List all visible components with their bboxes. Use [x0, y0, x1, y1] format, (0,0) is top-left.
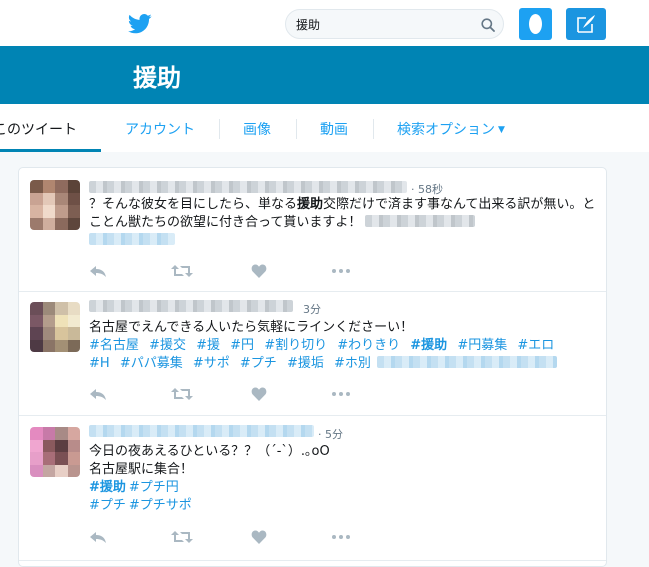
- avatar[interactable]: [30, 427, 80, 477]
- hashtag-link[interactable]: #H: [89, 356, 110, 371]
- hashtag-link[interactable]: #ホ別: [334, 356, 371, 371]
- search-icon[interactable]: [481, 17, 495, 36]
- hashtag-link[interactable]: #エロ: [517, 338, 554, 353]
- redacted-link: [365, 215, 476, 227]
- like-icon[interactable]: [251, 263, 267, 279]
- tweet-text-line: 今日の夜あえるひといる？？（´-`）.｡oO: [89, 444, 330, 459]
- hashtag-link[interactable]: #プチ円: [129, 480, 179, 495]
- tab-search-options-label: 検索オプション: [397, 122, 495, 138]
- tweet-text: 今日の夜あえるひといる？？（´-`）.｡oO 名古屋駅に集合！ #援助 #プチ円 …: [89, 443, 599, 515]
- hashtag-link[interactable]: #わりきり: [337, 338, 400, 353]
- redacted-link: [89, 233, 175, 245]
- tweet[interactable]: 3分 名古屋でえんできる人いたら気軽にラインくださーい！ #名古屋 #援交 #援…: [19, 291, 606, 416]
- more-icon[interactable]: [331, 263, 351, 279]
- more-icon[interactable]: [331, 386, 351, 402]
- hashtag-link[interactable]: #円: [230, 338, 254, 353]
- hashtag-link-highlight[interactable]: #援助: [410, 338, 447, 353]
- hashtag-list: #名古屋 #援交 #援 #円 #割り切り #わりきり #援助 #円募集 #エロ …: [89, 338, 560, 371]
- compose-icon: [577, 15, 595, 33]
- tab-search-options[interactable]: 検索オプション ▼: [397, 119, 505, 139]
- tweet[interactable]: · 58秒 ？そんな彼女を目にしたら、単なる援助交際だけで済ます事なんて出来る訳…: [19, 168, 606, 292]
- hashtag-link[interactable]: #サポ: [193, 356, 230, 371]
- hashtag-link[interactable]: #割り切り: [264, 338, 327, 353]
- search-highlight: 援助: [297, 197, 324, 212]
- redacted-username: [89, 300, 293, 312]
- search-header: 援助: [0, 46, 649, 104]
- redacted-link: [376, 356, 557, 368]
- hashtag-link[interactable]: #援交: [149, 338, 186, 353]
- twitter-bird-icon[interactable]: [127, 14, 152, 38]
- hashtag-link[interactable]: #名古屋: [89, 338, 139, 353]
- hashtag-link[interactable]: #パパ募集: [120, 356, 183, 371]
- search-box[interactable]: [285, 9, 504, 39]
- like-icon[interactable]: [251, 529, 267, 545]
- page-title: 援助: [133, 64, 181, 92]
- hashtag-link[interactable]: #円募集: [457, 338, 507, 353]
- reply-icon[interactable]: [89, 386, 107, 402]
- retweet-icon[interactable]: [171, 386, 193, 402]
- avatar-egg-icon: [529, 14, 542, 34]
- reply-icon[interactable]: [89, 529, 107, 545]
- tweet-text: 名古屋でえんできる人いたら気軽にラインくださーい！ #名古屋 #援交 #援 #円…: [89, 319, 599, 373]
- search-input[interactable]: [296, 15, 476, 33]
- retweet-icon[interactable]: [171, 263, 193, 279]
- redacted-username: [89, 425, 314, 437]
- redacted-username: [89, 181, 407, 193]
- hashtag-link[interactable]: #プチ: [89, 498, 126, 513]
- tweet[interactable]: · 5分 今日の夜あえるひといる？？（´-`）.｡oO 名古屋駅に集合！ #援助…: [19, 415, 606, 561]
- tab-videos[interactable]: 動画: [320, 119, 348, 139]
- tweet-text-line: 名古屋駅に集合！: [89, 462, 194, 477]
- reply-icon[interactable]: [89, 263, 107, 279]
- tweet-timestamp[interactable]: · 58秒: [411, 181, 443, 197]
- tweet-text: ？そんな彼女を目にしたら、単なる援助交際だけで済ます事なんて出来る訳が無い。とこ…: [89, 196, 599, 250]
- compose-tweet-button[interactable]: [566, 8, 606, 40]
- hashtag-link[interactable]: #援: [196, 338, 220, 353]
- more-icon[interactable]: [331, 529, 351, 545]
- search-results-timeline: · 58秒 ？そんな彼女を目にしたら、単なる援助交際だけで済ます事なんて出来る訳…: [18, 167, 607, 567]
- search-tabs: このツイート アカウント 画像 動画 検索オプション ▼: [0, 104, 649, 152]
- tweet-timestamp[interactable]: 3分: [303, 301, 321, 317]
- tweet-text-part: ？そんな彼女を目にしたら、単なる: [89, 197, 298, 212]
- top-nav: [0, 0, 649, 46]
- tab-divider: [219, 119, 220, 139]
- tab-divider: [296, 119, 297, 139]
- hashtag-list: #援助 #プチ円 #プチ #プチサポ: [89, 480, 198, 513]
- hashtag-link[interactable]: #プチ: [240, 356, 277, 371]
- retweet-icon[interactable]: [171, 529, 193, 545]
- active-tab-indicator: [0, 149, 101, 152]
- avatar[interactable]: [30, 180, 80, 230]
- hashtag-link-highlight[interactable]: #援助: [89, 480, 126, 495]
- tweet-text-line: 名古屋でえんできる人いたら気軽にラインくださーい！: [89, 320, 414, 335]
- tab-images[interactable]: 画像: [243, 119, 271, 139]
- hashtag-link[interactable]: #援垢: [287, 356, 324, 371]
- chevron-down-icon: ▼: [498, 125, 505, 135]
- tab-divider: [373, 119, 374, 139]
- tab-top[interactable]: このツイート: [0, 119, 77, 139]
- hashtag-link[interactable]: #プチサポ: [129, 498, 192, 513]
- tweet-timestamp[interactable]: · 5分: [318, 426, 343, 442]
- like-icon[interactable]: [251, 386, 267, 402]
- profile-button[interactable]: [519, 8, 552, 40]
- avatar[interactable]: [30, 302, 80, 352]
- tab-accounts[interactable]: アカウント: [125, 119, 195, 139]
